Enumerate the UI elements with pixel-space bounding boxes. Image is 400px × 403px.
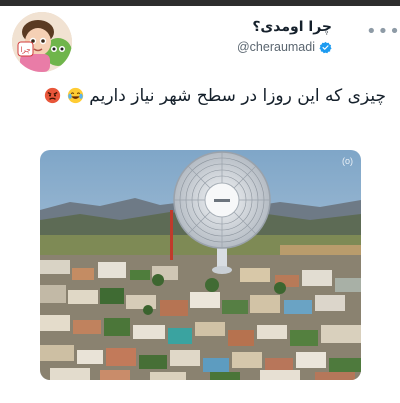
handle-row: @cheraumadi — [237, 40, 332, 54]
avatar[interactable]: چرا — [12, 12, 72, 72]
tweet-text: چیزی که این روزا در سطح شهر نیاز داریم — [89, 86, 386, 106]
more-options-icon[interactable]: ••• — [366, 23, 400, 41]
author-block: چرا اومدی؟ @cheraumadi — [237, 18, 332, 54]
media-watermark: (o) — [342, 156, 353, 166]
handle[interactable]: @cheraumadi — [237, 40, 315, 54]
svg-text:چرا: چرا — [20, 46, 30, 54]
media-image — [40, 150, 361, 380]
display-name[interactable]: چرا اومدی؟ — [237, 18, 332, 36]
angry-emoji — [45, 87, 61, 104]
avatar-image: چرا — [12, 12, 72, 72]
laughing-emoji — [67, 87, 84, 104]
verified-badge-icon — [319, 41, 332, 53]
tweet-text-row: چیزی که این روزا در سطح شهر نیاز داریم — [44, 86, 386, 106]
top-strip — [0, 0, 400, 6]
tweet-media[interactable]: (o) — [40, 150, 361, 380]
